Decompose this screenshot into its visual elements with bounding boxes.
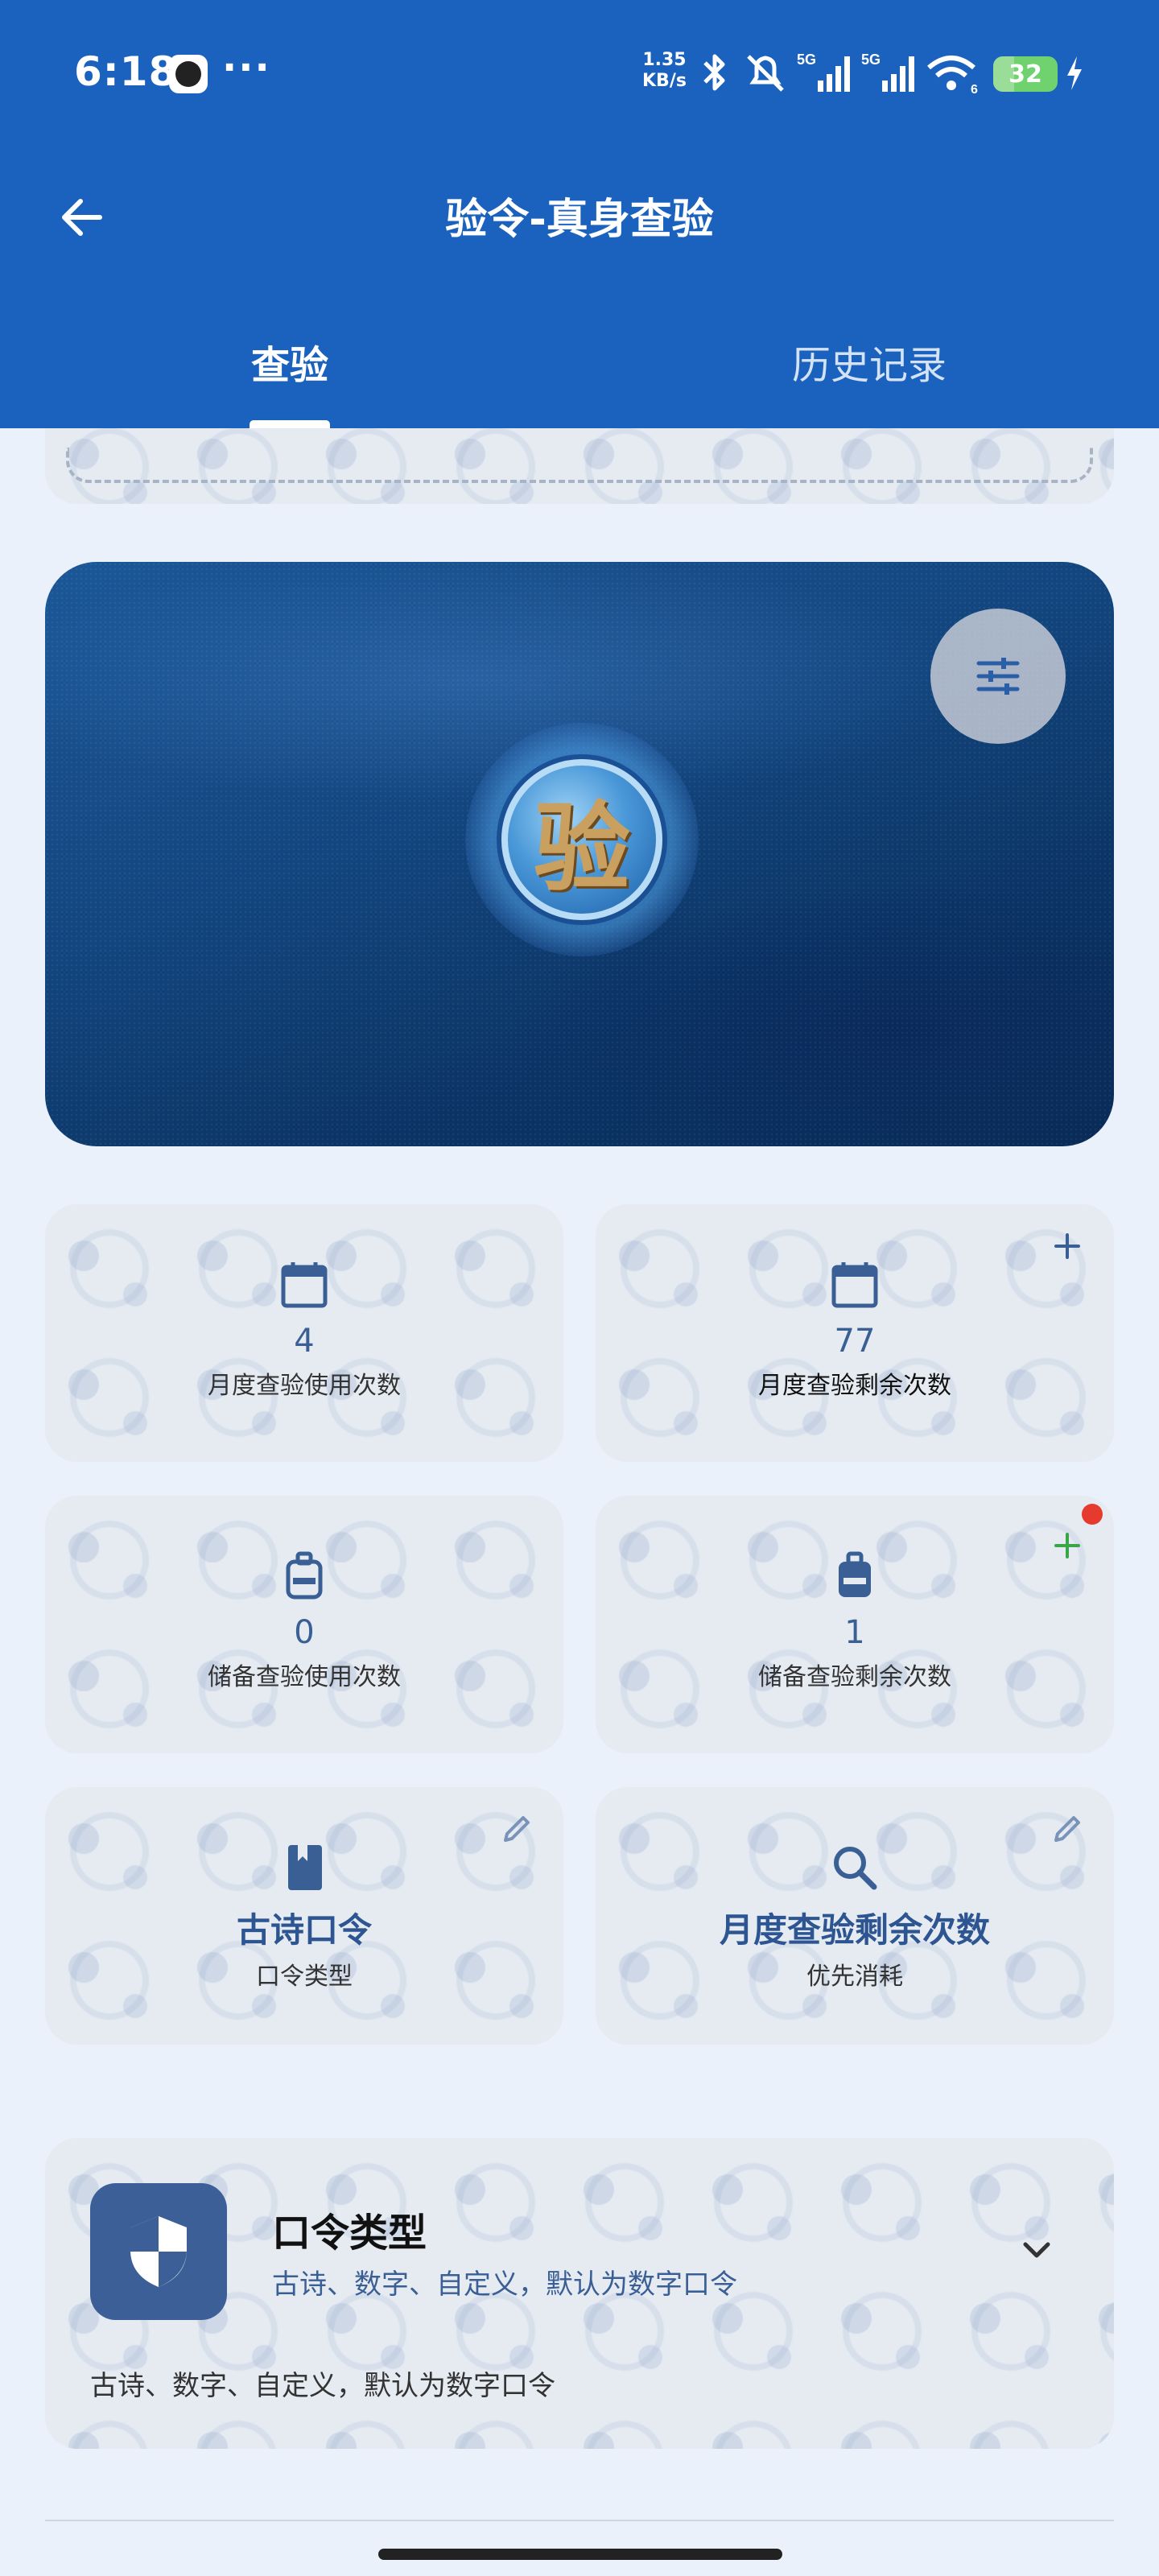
backpack-icon bbox=[826, 1547, 884, 1605]
stat-card-reserve-remaining: 1 储备查验剩余次数 bbox=[596, 1496, 1114, 1753]
stat-label: 储备查验使用次数 bbox=[208, 1663, 401, 1691]
network-speed: 1.35 KB/s bbox=[642, 50, 687, 92]
hero-banner: 验 bbox=[45, 562, 1114, 1146]
setting-card-consume-priority[interactable]: 月度查验剩余次数 优先消耗 bbox=[596, 1787, 1114, 2045]
app-bar: 6:18 ··· 1.35 KB/s 5G 5G 6 32 验令-真身查验 查验… bbox=[0, 0, 1159, 428]
stat-value: 1 bbox=[844, 1614, 865, 1651]
book-icon bbox=[275, 1839, 333, 1897]
verify-seal-logo: 验 bbox=[465, 723, 699, 956]
charging-icon bbox=[1067, 56, 1082, 90]
notification-badge bbox=[1082, 1504, 1103, 1525]
home-indicator[interactable] bbox=[378, 2549, 782, 2560]
network-speed-value: 1.35 bbox=[642, 50, 687, 70]
calendar-icon bbox=[275, 1256, 333, 1314]
tab-bar: 查验 历史记录 bbox=[0, 285, 1159, 428]
info-title: 口令类型 bbox=[272, 2211, 427, 2256]
mute-bell-icon bbox=[747, 55, 784, 92]
signal-5g-icon-2: 5G bbox=[861, 52, 914, 92]
svg-text:5G: 5G bbox=[797, 52, 816, 68]
tab-indicator bbox=[250, 420, 330, 428]
verify-seal-char: 验 bbox=[501, 759, 662, 920]
svg-text:5G: 5G bbox=[861, 52, 881, 68]
network-speed-unit: KB/s bbox=[642, 71, 687, 91]
title-bar: 验令-真身查验 bbox=[0, 148, 1159, 285]
battery-level: 32 bbox=[1008, 60, 1042, 89]
svg-text:6: 6 bbox=[971, 83, 978, 95]
add-icon bbox=[1054, 1533, 1080, 1558]
status-time: 6:18 bbox=[74, 48, 178, 95]
bottom-divider bbox=[45, 2520, 1114, 2521]
stat-card-monthly-remaining: 77 月度查验剩余次数 bbox=[596, 1204, 1114, 1462]
more-notifications-icon: ··· bbox=[222, 45, 271, 90]
clock-app-icon bbox=[169, 55, 208, 93]
setting-value: 月度查验剩余次数 bbox=[719, 1910, 990, 1950]
stat-card-monthly-used: 4 月度查验使用次数 bbox=[45, 1204, 563, 1462]
shield-icon bbox=[90, 2183, 227, 2320]
sliders-icon bbox=[976, 658, 1020, 695]
edit-button[interactable] bbox=[496, 1808, 538, 1850]
setting-label: 优先消耗 bbox=[806, 1963, 903, 1991]
add-button[interactable] bbox=[1046, 1225, 1088, 1267]
filter-button[interactable] bbox=[930, 609, 1066, 744]
tab-verify-label: 查验 bbox=[250, 343, 328, 388]
expand-button[interactable] bbox=[1011, 2225, 1062, 2277]
add-icon bbox=[1054, 1233, 1080, 1259]
tab-verify[interactable]: 查验 bbox=[0, 285, 580, 428]
edit-icon bbox=[1054, 1816, 1080, 1842]
edit-button[interactable] bbox=[1046, 1808, 1088, 1850]
stat-value: 77 bbox=[834, 1323, 876, 1360]
status-bar: 6:18 ··· 1.35 KB/s 5G 5G 6 32 bbox=[0, 0, 1159, 148]
stat-label: 储备查验剩余次数 bbox=[758, 1663, 951, 1691]
edit-icon bbox=[504, 1816, 530, 1842]
setting-label: 口令类型 bbox=[256, 1963, 353, 1991]
backpack-icon bbox=[275, 1547, 333, 1605]
info-description: 古诗、数字、自定义，默认为数字口令 bbox=[90, 2370, 555, 2402]
search-icon bbox=[826, 1839, 884, 1897]
stat-label: 月度查验剩余次数 bbox=[758, 1372, 951, 1400]
add-button[interactable] bbox=[1046, 1525, 1088, 1567]
battery-indicator: 32 bbox=[993, 56, 1058, 92]
setting-card-password-type[interactable]: 古诗口令 口令类型 bbox=[45, 1787, 563, 2045]
wifi-icon: 6 bbox=[927, 56, 978, 95]
signal-5g-icon: 5G bbox=[797, 52, 850, 92]
calendar-icon bbox=[826, 1256, 884, 1314]
stat-label: 月度查验使用次数 bbox=[208, 1372, 401, 1400]
info-subtitle: 古诗、数字、自定义，默认为数字口令 bbox=[272, 2268, 737, 2301]
setting-value: 古诗口令 bbox=[236, 1910, 372, 1950]
stat-value: 4 bbox=[294, 1323, 315, 1360]
bluetooth-icon bbox=[703, 54, 725, 91]
chevron-down-icon bbox=[1023, 2242, 1050, 2258]
stat-value: 0 bbox=[294, 1614, 315, 1651]
page-title: 验令-真身查验 bbox=[445, 196, 714, 244]
tab-history-label: 历史记录 bbox=[791, 343, 947, 388]
tab-history[interactable]: 历史记录 bbox=[580, 285, 1159, 428]
password-type-info-card[interactable]: 口令类型 古诗、数字、自定义，默认为数字口令 古诗、数字、自定义，默认为数字口令 bbox=[45, 2138, 1114, 2449]
stat-card-reserve-used: 0 储备查验使用次数 bbox=[45, 1496, 563, 1753]
